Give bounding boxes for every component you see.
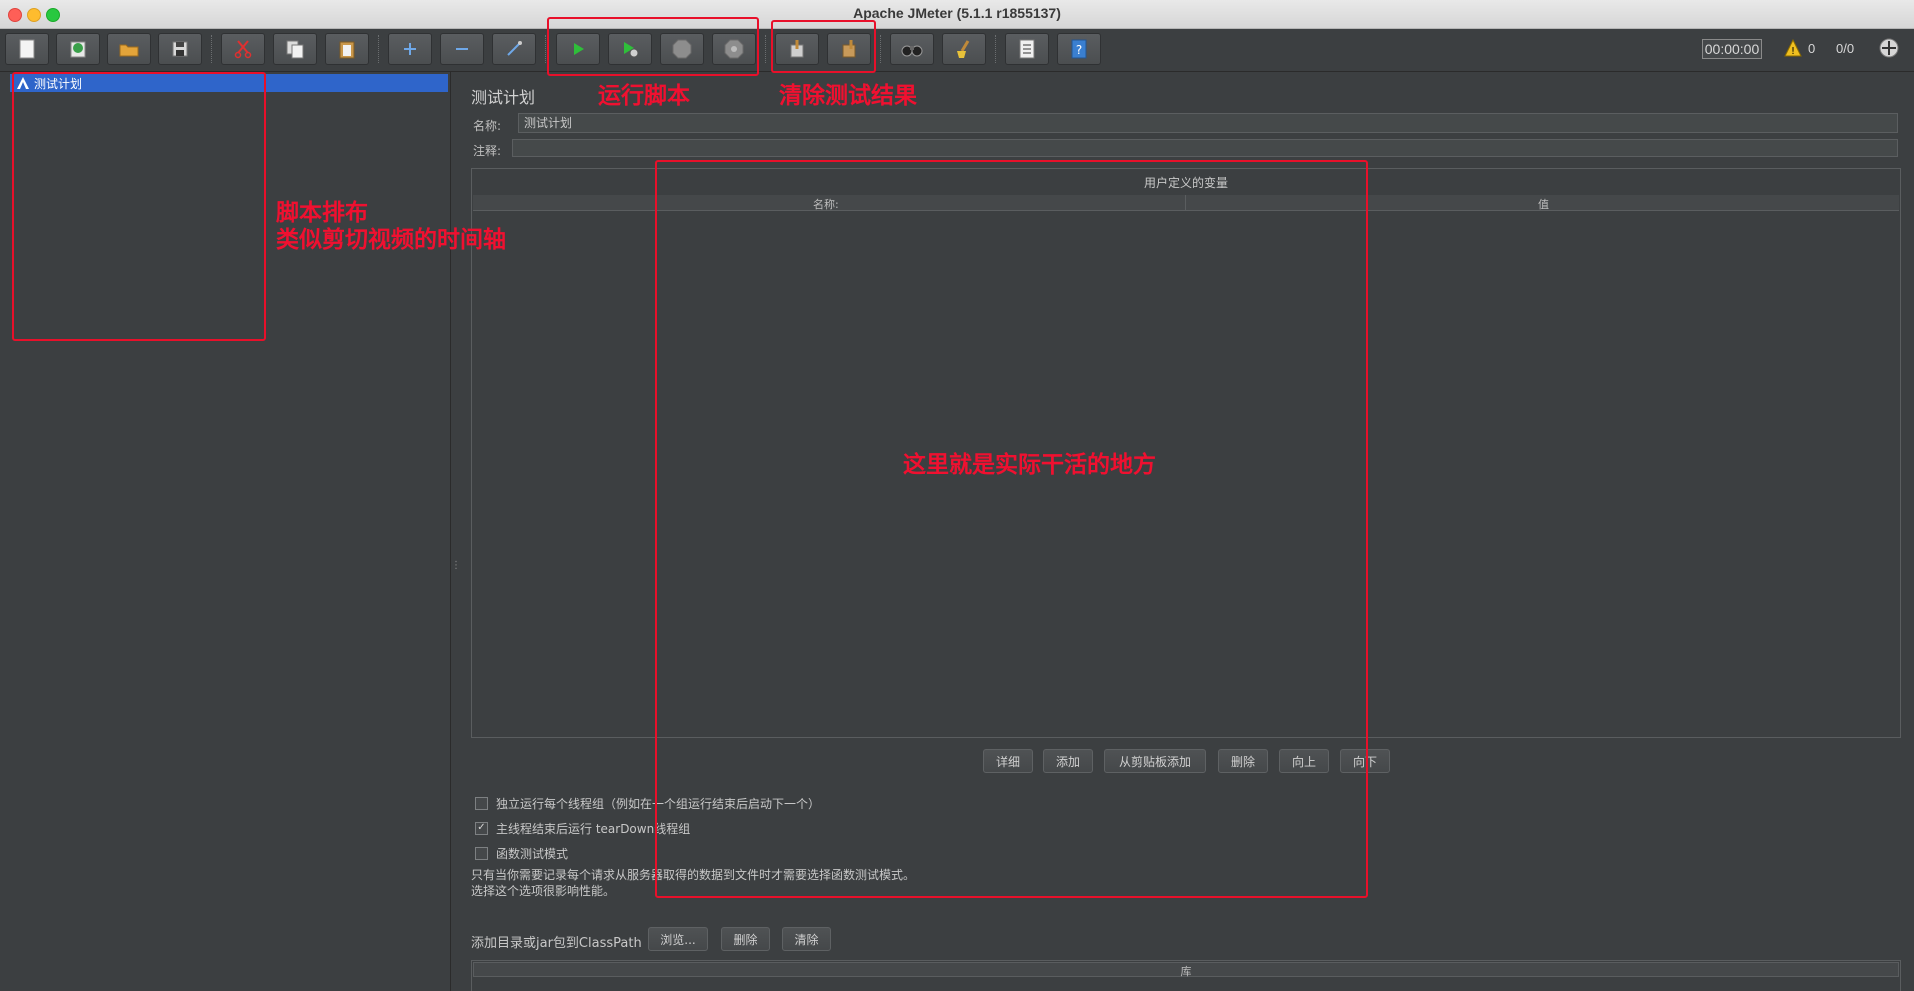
run-script-highlight xyxy=(547,17,759,76)
annotation-clear-results: 清除测试结果 xyxy=(779,83,917,109)
functional-mode-note-2: 选择这个选项很影响性能。 xyxy=(471,884,616,898)
collapse-button[interactable] xyxy=(440,33,484,65)
plus-icon xyxy=(404,43,416,55)
clipboard-icon xyxy=(339,41,355,59)
minus-icon xyxy=(456,48,468,50)
active-threads: 0/0 xyxy=(1836,41,1855,56)
save-disk-icon xyxy=(172,41,188,57)
function-helper-button[interactable] xyxy=(1005,33,1049,65)
help-button[interactable]: ? xyxy=(1057,33,1101,65)
classpath-clear-button[interactable]: 清除 xyxy=(782,927,831,951)
reset-search-broom-icon xyxy=(957,40,970,58)
checkbox-box-checked[interactable]: ✓ xyxy=(475,822,488,835)
browse-button[interactable]: 浏览... xyxy=(648,927,708,951)
annotation-script-layout-2: 类似剪切视频的时间轴 xyxy=(276,227,506,253)
toggle-wand-icon xyxy=(507,41,522,56)
new-button[interactable] xyxy=(5,33,49,65)
library-column-header: 库 xyxy=(473,962,1899,978)
annotation-script-layout-1: 脚本排布 xyxy=(276,200,368,226)
function-list-icon xyxy=(1019,39,1035,59)
clear-results-highlight xyxy=(771,20,876,73)
new-document-icon xyxy=(19,39,35,59)
comment-label: 注释: xyxy=(473,144,502,158)
annotation-work-area: 这里就是实际干活的地方 xyxy=(903,452,1156,478)
tree-highlight xyxy=(12,72,266,341)
name-label: 名称: xyxy=(473,119,502,133)
warning-count: 0 xyxy=(1808,41,1816,56)
annotation-run-script: 运行脚本 xyxy=(598,83,690,109)
classpath-label: 添加目录或jar包到ClassPath xyxy=(471,936,642,951)
checkbox-box[interactable] xyxy=(475,797,488,810)
cut-button[interactable] xyxy=(221,33,265,65)
help-book-icon: ? xyxy=(1071,39,1087,59)
functional-mode-checkbox[interactable]: 函数测试模式 xyxy=(475,845,568,862)
toolbar: ? 00:00:00 ! 0 0/0 xyxy=(0,29,1914,72)
comment-input[interactable] xyxy=(512,139,1898,157)
warning-icon[interactable]: ! xyxy=(1784,39,1802,57)
save-button[interactable] xyxy=(158,33,202,65)
title-bar: Apache JMeter (5.1.1 r1855137) xyxy=(0,0,1914,29)
copy-icon xyxy=(286,40,304,59)
column-value[interactable]: 值 xyxy=(1538,196,1549,212)
checkbox-label: 函数测试模式 xyxy=(496,847,569,861)
name-input[interactable]: 测试计划 xyxy=(518,113,1898,133)
classpath-delete-button[interactable]: 删除 xyxy=(721,927,770,951)
window-title: Apache JMeter (5.1.1 r1855137) xyxy=(853,5,1061,21)
panel-title: 测试计划 xyxy=(471,88,536,107)
svg-text:!: ! xyxy=(1791,46,1795,57)
open-folder-icon xyxy=(119,44,139,57)
templates-icon xyxy=(70,41,86,58)
paste-button[interactable] xyxy=(325,33,369,65)
scissors-icon xyxy=(234,40,252,59)
search-button[interactable] xyxy=(890,33,934,65)
checkbox-box[interactable] xyxy=(475,847,488,860)
reset-search-button[interactable] xyxy=(942,33,986,65)
elapsed-timer: 00:00:00 xyxy=(1702,39,1762,59)
split-pane-divider[interactable]: ⋮ xyxy=(451,560,461,578)
expand-button[interactable] xyxy=(388,33,432,65)
remote-hosts-icon[interactable] xyxy=(1878,37,1900,59)
toggle-button[interactable] xyxy=(492,33,536,65)
templates-button[interactable] xyxy=(56,33,100,65)
copy-button[interactable] xyxy=(273,33,317,65)
work-area-highlight xyxy=(655,160,1368,898)
svg-text:?: ? xyxy=(1076,43,1082,57)
open-button[interactable] xyxy=(107,33,151,65)
binoculars-icon xyxy=(901,45,923,57)
